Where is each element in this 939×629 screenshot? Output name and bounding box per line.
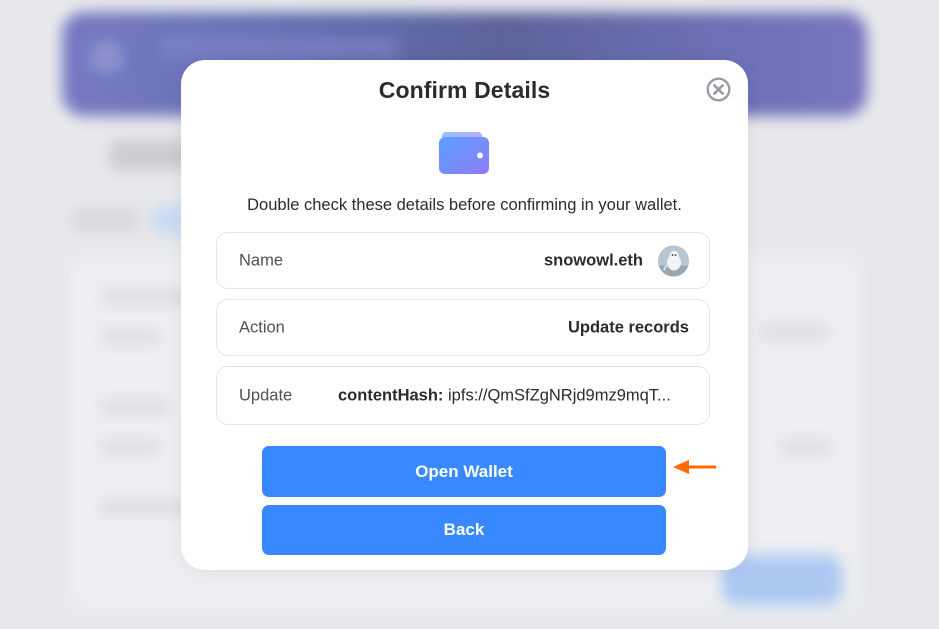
modal-subtitle: Double check these details before confir… (247, 196, 682, 214)
owl-avatar (658, 245, 689, 276)
row-label: Name (239, 251, 284, 269)
row-label: Action (239, 318, 285, 336)
update-hash: ipfs://QmSfZgNRjd9mz9mqT... (448, 386, 671, 404)
close-icon[interactable] (706, 77, 731, 102)
update-key: contentHash: (338, 386, 444, 404)
detail-row-name: Name snowowl.eth (216, 232, 710, 289)
update-value: contentHash: ipfs://QmSfZgNRjd9mz9mqT... (338, 386, 683, 405)
back-button[interactable]: Back (262, 505, 666, 555)
detail-row-action: Action Update records (216, 299, 710, 356)
action-value: Update records (567, 318, 689, 336)
open-wallet-button[interactable]: Open Wallet (262, 446, 666, 497)
detail-row-update: Update contentHash: ipfs://QmSfZgNRjd9mz… (216, 366, 710, 425)
name-value: snowowl.eth (544, 251, 643, 269)
wallet-icon (439, 132, 489, 174)
modal-title: Confirm Details (378, 77, 551, 103)
row-label: Update (239, 386, 293, 404)
confirm-details-modal: Confirm Details Double check these detai… (181, 60, 748, 570)
arrow-left-icon (672, 458, 718, 476)
